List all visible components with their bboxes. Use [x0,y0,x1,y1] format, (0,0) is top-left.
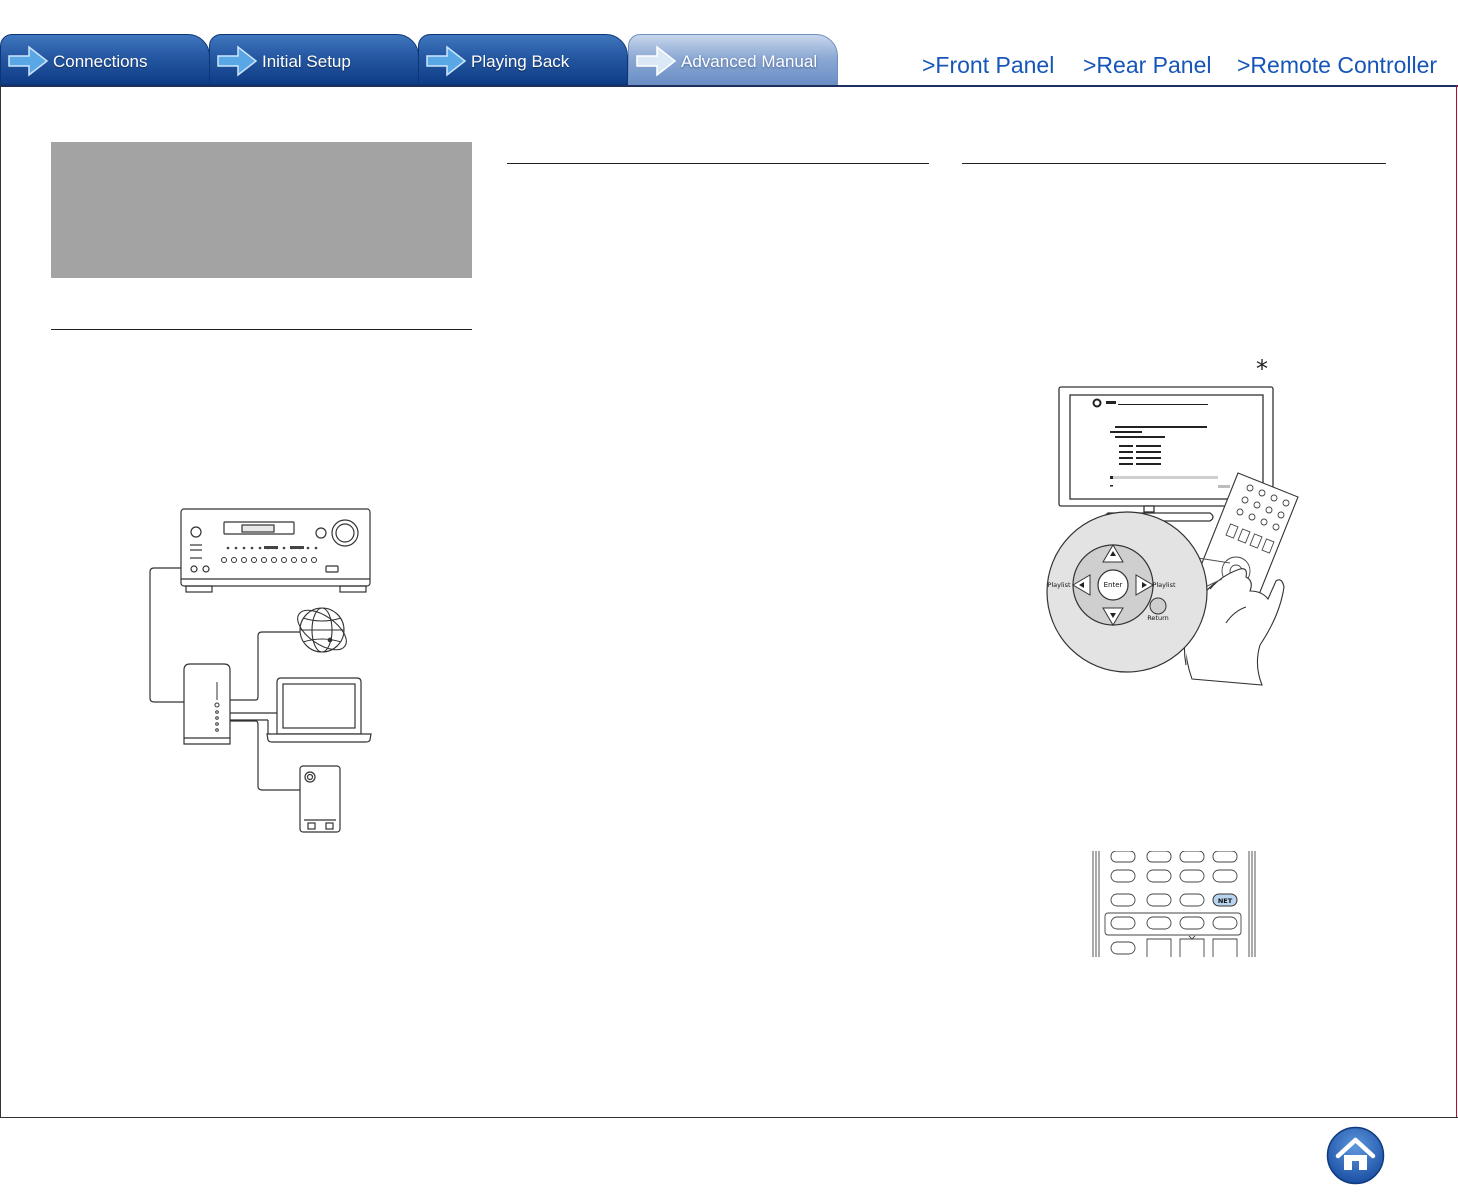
tab-advanced-manual-label: Advanced Manual [681,52,818,71]
remote-net-button-closeup: NET [1092,851,1256,957]
frame-bottom-border [0,1117,1458,1118]
arrow-right-icon [217,45,258,77]
rear-panel-link[interactable]: >Rear Panel [1083,52,1212,79]
tab-advanced-manual[interactable]: Advanced Manual [628,34,838,85]
section-rule-right [962,163,1386,164]
net-button-label: NET [1218,897,1233,905]
front-panel-link[interactable]: >Front Panel [922,52,1054,79]
return-button-label: Return [1147,614,1169,622]
gray-title-box [51,142,472,278]
network-connection-diagram [149,508,372,833]
arrow-right-icon [636,45,677,77]
tab-initial-setup[interactable]: Initial Setup [209,34,419,85]
frame-right-border [1456,85,1457,1118]
enter-button-label: Enter [1104,581,1123,589]
home-button[interactable] [1326,1126,1385,1185]
remote-controller-link[interactable]: >Remote Controller [1237,52,1437,79]
tab-initial-setup-label: Initial Setup [262,52,351,71]
section-rule-middle [507,163,929,164]
header-rule [0,85,1458,87]
tab-connections[interactable]: Connections [0,34,210,85]
tab-playing-back[interactable]: Playing Back [418,34,628,85]
tab-playing-back-label: Playing Back [471,52,570,71]
arrow-right-icon [426,45,467,77]
section-rule-left [51,329,472,330]
asterisk-note-mark: * [1256,355,1268,383]
tab-connections-label: Connections [53,52,148,71]
tv-remote-operation-illustration: * Enter Playlist Playlist Return [1046,355,1299,686]
arrow-right-icon [8,45,49,77]
playlist-left-label: Playlist [1047,581,1071,589]
frame-left-border [0,85,1,1118]
playlist-right-label: Playlist [1152,581,1176,589]
